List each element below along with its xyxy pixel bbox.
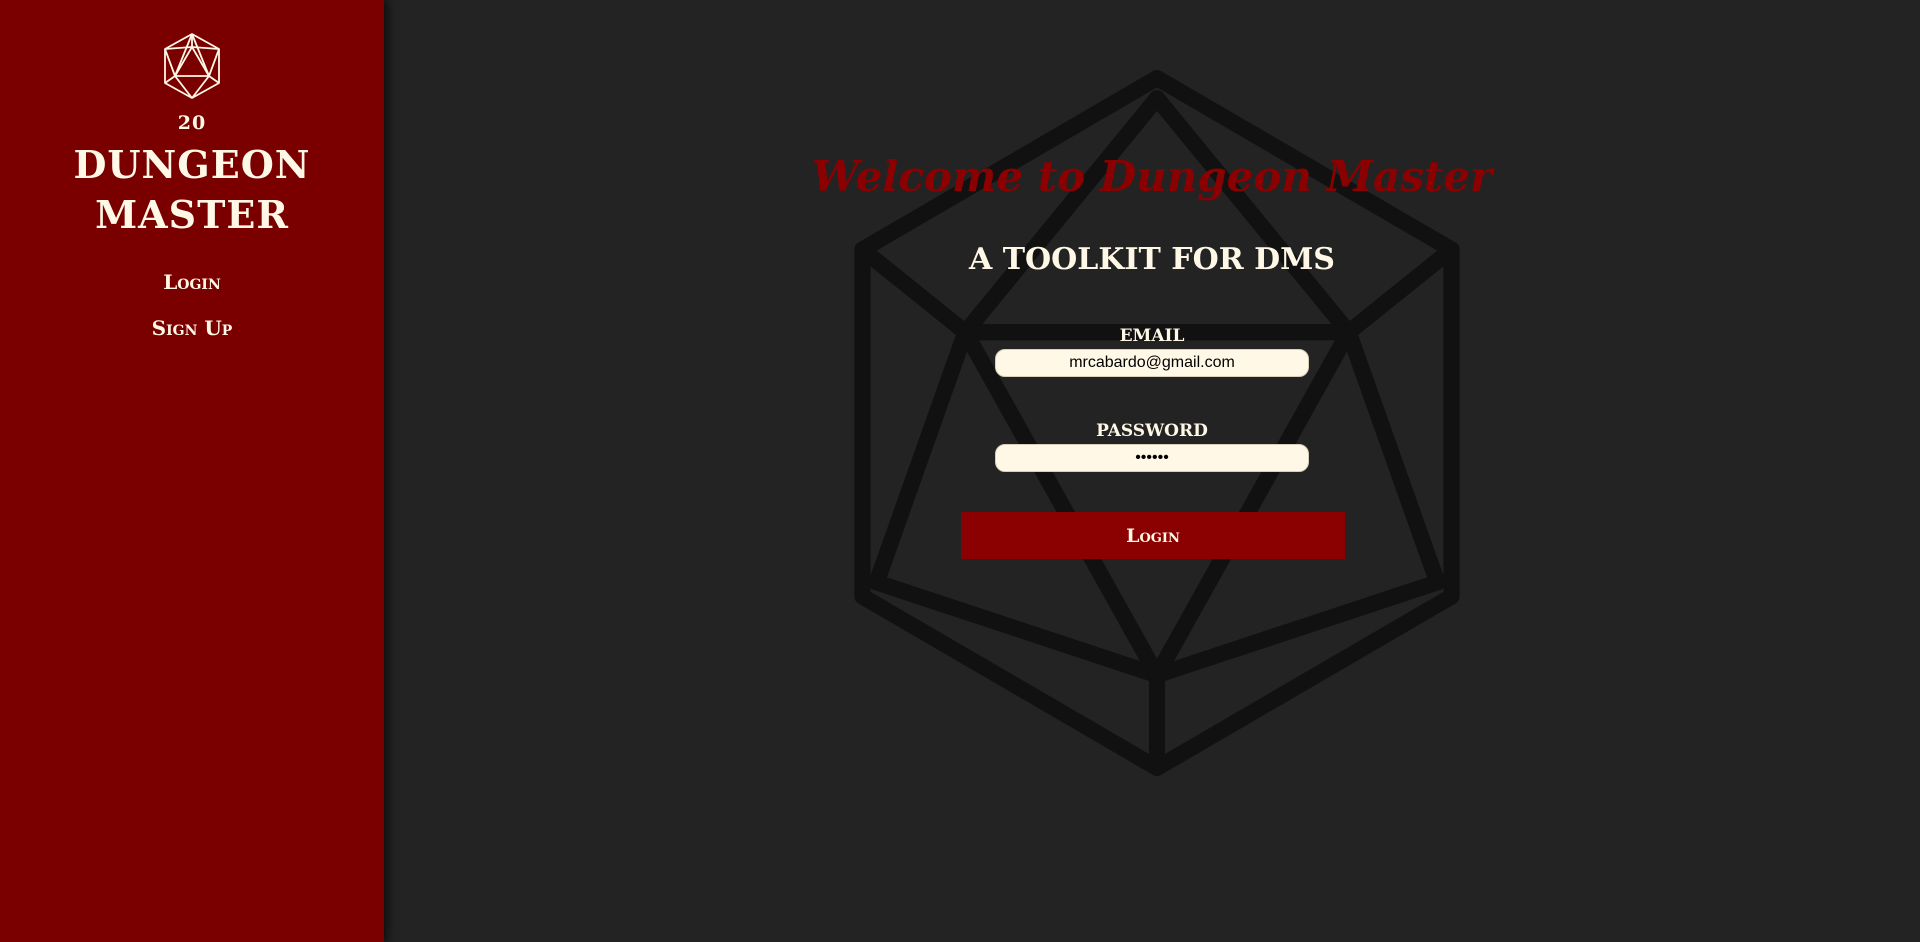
app-title: DUNGEON MASTER — [73, 142, 311, 237]
nav-login-link[interactable]: Login — [0, 270, 384, 294]
sidebar-nav: Login Sign Up — [0, 270, 384, 340]
main-content: Welcome to Dungeon Master A TOOLKIT FOR … — [384, 0, 1920, 942]
subtitle: A TOOLKIT FOR DMS — [969, 242, 1335, 277]
logo-number: 20 — [177, 112, 207, 134]
welcome-heading: Welcome to Dungeon Master — [811, 152, 1493, 201]
d20-icon — [164, 33, 220, 99]
email-label: EMAIL — [1119, 326, 1185, 346]
sidebar: 20 DUNGEON MASTER Login Sign Up — [0, 0, 384, 942]
nav-signup-link[interactable]: Sign Up — [0, 316, 384, 340]
login-button[interactable]: Login — [961, 512, 1345, 559]
password-label: PASSWORD — [1096, 421, 1208, 441]
email-field[interactable] — [995, 349, 1309, 377]
password-field[interactable] — [995, 444, 1309, 472]
